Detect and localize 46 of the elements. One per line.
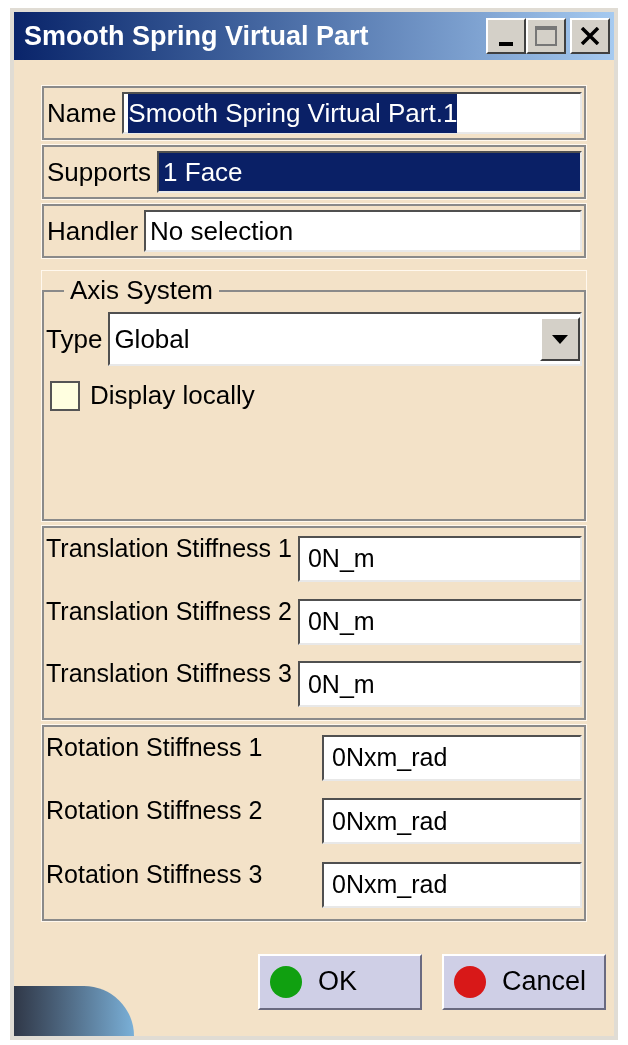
checkbox-label: Display locally: [90, 379, 255, 412]
type-dropdown[interactable]: Global: [108, 312, 582, 366]
field-value: 0N_m: [307, 605, 375, 637]
field-value: 0N_m: [307, 543, 375, 575]
dialog-button[interactable]: Cancel: [442, 953, 606, 1010]
field-value: Smooth Spring Virtual Part.1: [128, 93, 458, 133]
maximize-button[interactable]: [526, 18, 566, 54]
field-label: Name: [46, 96, 117, 130]
input-field[interactable]: 0N_m: [297, 536, 582, 582]
dropdown-value: Global: [114, 322, 191, 356]
stiffness-label: Rotation Stiffness 2: [46, 795, 264, 827]
input-field[interactable]: 0N_m: [297, 661, 582, 708]
input-field[interactable]: No selection: [144, 210, 582, 252]
window-title: Smooth Spring Virtual Part: [24, 19, 370, 53]
field-value: 1 Face: [163, 155, 243, 189]
dropdown-arrow-button[interactable]: [540, 317, 580, 361]
field-value: 0N_m: [307, 668, 375, 700]
field-value: No selection: [150, 214, 294, 248]
stiffness-label: Translation Stiffness 2: [46, 595, 292, 627]
ball-icon: [270, 965, 302, 998]
stiffness-label: Rotation Stiffness 3: [46, 858, 264, 890]
caret-icon: [552, 334, 568, 344]
maximize-icon: [535, 26, 557, 46]
input-field[interactable]: 1 Face: [157, 151, 582, 193]
dialog-button[interactable]: OK: [258, 953, 422, 1010]
input-field[interactable]: Smooth Spring Virtual Part.1: [122, 92, 582, 134]
checkbox[interactable]: [50, 380, 80, 411]
ball-icon: [454, 965, 486, 998]
input-field[interactable]: 0Nxm_rad: [322, 861, 582, 908]
field-label: Supports: [46, 155, 152, 189]
type-label: Type: [46, 322, 103, 356]
field-label: Handler: [46, 214, 139, 248]
field-value: 0Nxm_rad: [332, 742, 448, 774]
input-field[interactable]: 0N_m: [297, 598, 582, 645]
minimize-icon: [499, 42, 513, 46]
stiffness-label: Translation Stiffness 3: [46, 658, 292, 690]
close-button[interactable]: [570, 18, 610, 54]
group-title: Axis System: [69, 274, 215, 307]
input-field[interactable]: 0Nxm_rad: [322, 735, 582, 781]
close-icon: [580, 27, 600, 45]
input-field[interactable]: 0Nxm_rad: [322, 798, 582, 845]
field-value: 0Nxm_rad: [332, 805, 448, 837]
field-value: 0Nxm_rad: [332, 868, 448, 900]
minimize-button[interactable]: [486, 18, 526, 54]
stiffness-label: Rotation Stiffness 1: [46, 732, 264, 763]
stiffness-label: Translation Stiffness 1: [46, 533, 292, 564]
